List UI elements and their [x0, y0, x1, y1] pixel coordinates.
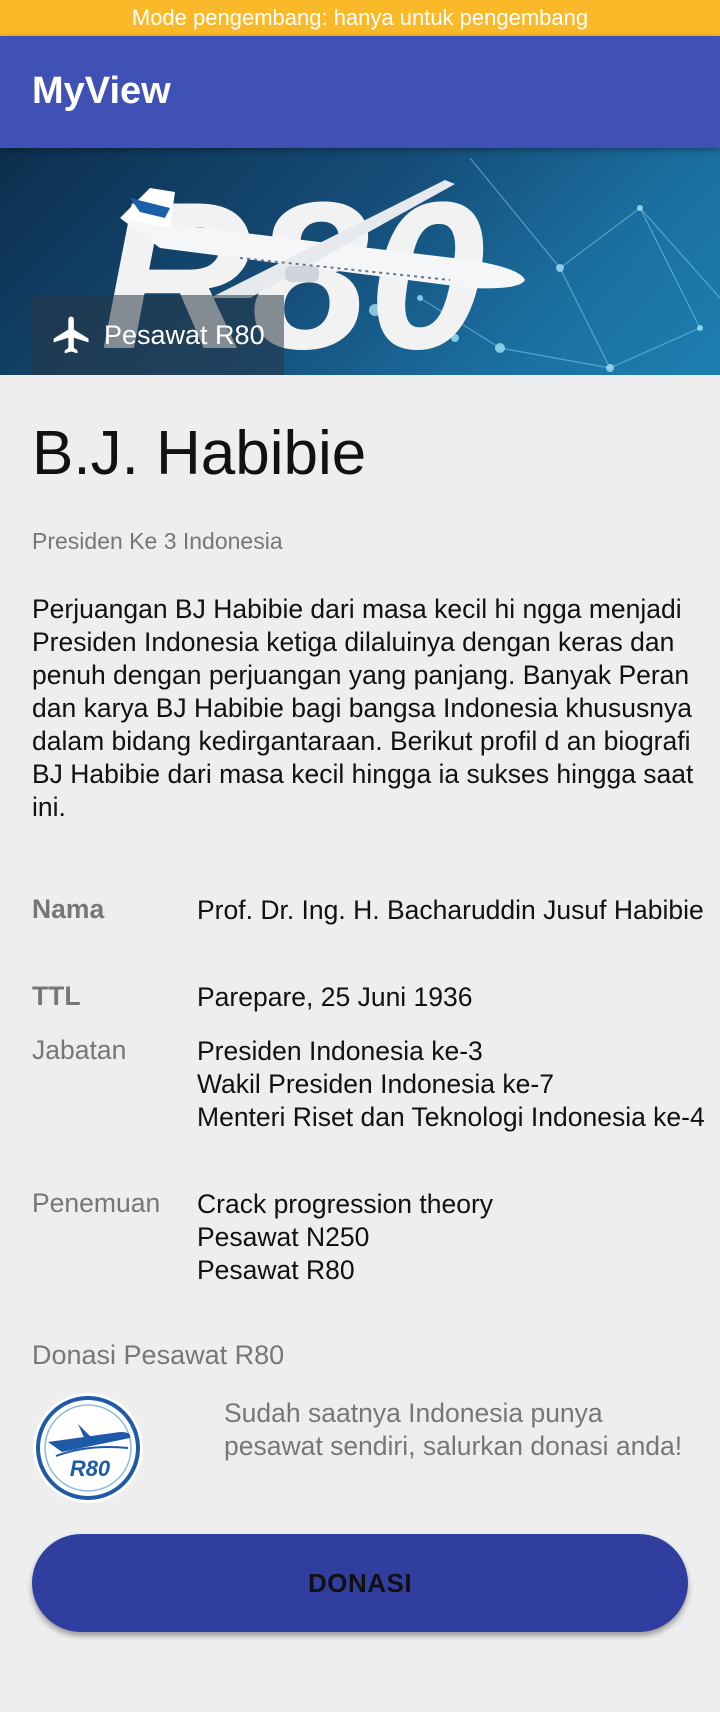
profile-description: Perjuangan BJ Habibie dari masa kecil hi… [32, 594, 694, 822]
hero-label-text: Pesawat R80 [104, 319, 265, 350]
donation-text: Sudah saatnya Indonesia punya pesawat se… [224, 1398, 683, 1461]
logo-text: R80 [70, 1456, 111, 1481]
detail-value: Prof. Dr. Ing. H. Bacharuddin Jusuf Habi… [197, 895, 704, 925]
hero-image: R80 Pesawat R80 [0, 148, 720, 375]
profile-subtitle: Presiden Ke 3 Indonesia [32, 528, 283, 554]
developer-mode-text: Mode pengembang: hanya untuk pengembang [131, 5, 589, 30]
app-title: MyView [32, 70, 171, 112]
profile-name: B.J. Habibie [32, 419, 367, 488]
donation-title: Donasi Pesawat R80 [32, 1340, 285, 1370]
detail-value: Presiden Indonesia ke-3 Wakil Presiden I… [197, 1036, 705, 1132]
detail-value: Crack progression theory Pesawat N250 Pe… [197, 1189, 494, 1285]
developer-mode-banner: Mode pengembang: hanya untuk pengembang [0, 0, 720, 36]
donate-button[interactable]: DONASI [32, 1534, 688, 1632]
detail-label: Jabatan [32, 1035, 127, 1065]
airplane-icon [53, 316, 89, 354]
r80-logo: R80 [33, 1393, 143, 1503]
detail-label: TTL [32, 981, 81, 1011]
detail-label: Nama [32, 894, 105, 924]
hero-label: Pesawat R80 [32, 295, 284, 375]
detail-label: Penemuan [32, 1188, 161, 1218]
detail-value: Parepare, 25 Juni 1936 [197, 982, 473, 1012]
app-bar: MyView [0, 36, 720, 148]
